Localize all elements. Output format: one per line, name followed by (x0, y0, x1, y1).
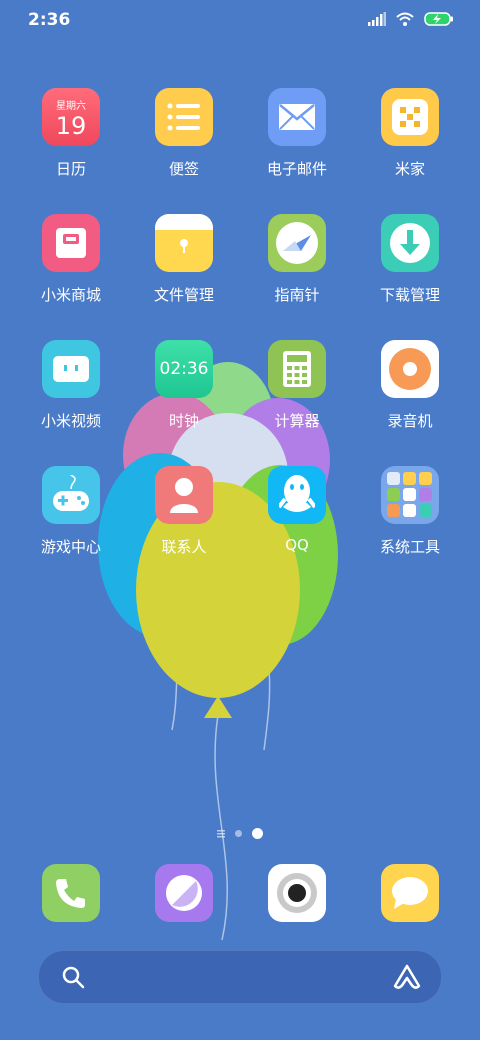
app-label: 时钟 (168, 412, 199, 430)
dock-phone[interactable] (21, 864, 121, 922)
app-label: 日历 (55, 160, 86, 178)
app-label: QQ (285, 536, 309, 554)
camera-icon (268, 864, 326, 922)
app-games[interactable]: 游戏中心 (21, 466, 121, 557)
search-icon (62, 966, 85, 989)
app-files[interactable]: 文件管理 (134, 214, 234, 305)
status-time: 2:36 (28, 10, 71, 30)
app-label: 指南针 (274, 286, 320, 304)
app-video[interactable]: 小米视频 (21, 340, 121, 431)
app-mall[interactable]: 小米商城 (21, 214, 121, 305)
app-recorder[interactable]: 录音机 (360, 340, 460, 431)
app-system-tools-folder[interactable]: 系统工具 (360, 466, 460, 557)
message-bubble-icon (381, 864, 439, 922)
compass-icon (268, 214, 326, 272)
app-label: 计算器 (274, 412, 320, 430)
signal-icon (368, 12, 386, 26)
app-label: 游戏中心 (40, 538, 101, 556)
clock-time: 02:36 (159, 359, 209, 379)
app-label: 电子邮件 (266, 160, 327, 178)
calendar-day: 19 (55, 111, 87, 140)
app-mihome[interactable]: 米家 (360, 88, 460, 179)
dock-browser[interactable] (134, 864, 234, 922)
shopping-bag-icon (42, 214, 100, 272)
app-notes[interactable]: 便签 (134, 88, 234, 179)
app-qq[interactable]: QQ (247, 466, 347, 554)
search-bar[interactable] (38, 950, 442, 1004)
app-label: 米家 (394, 160, 425, 178)
wifi-icon (396, 12, 414, 26)
app-calendar[interactable]: 星期六 19 日历 (21, 88, 121, 179)
battery-charging-icon (424, 12, 453, 26)
contact-icon (155, 466, 213, 524)
app-label: 系统工具 (379, 538, 440, 556)
app-label: 联系人 (161, 538, 207, 556)
app-label: 下载管理 (379, 286, 440, 304)
mihome-icon (381, 88, 439, 146)
phone-icon (42, 864, 100, 922)
record-icon (381, 340, 439, 398)
page-dot-active[interactable] (252, 828, 263, 839)
folder-icon (155, 214, 213, 272)
calendar-weekday: 星期六 (56, 100, 86, 112)
download-icon (381, 214, 439, 272)
browser-icon (155, 864, 213, 922)
app-clock[interactable]: 02:36 时钟 (134, 340, 234, 431)
app-compass[interactable]: 指南针 (247, 214, 347, 305)
menu-lines-icon (217, 829, 225, 837)
calculator-icon (268, 340, 326, 398)
status-bar: 2:36 (0, 0, 480, 40)
app-calculator[interactable]: 计算器 (247, 340, 347, 431)
page-indicator[interactable] (0, 828, 480, 839)
app-label: 小米商城 (40, 286, 101, 304)
app-label: 文件管理 (153, 286, 214, 304)
dock-camera[interactable] (247, 864, 347, 922)
assistant-icon[interactable] (393, 964, 421, 990)
tv-icon (42, 340, 100, 398)
mail-icon (268, 88, 326, 146)
app-downloads[interactable]: 下载管理 (360, 214, 460, 305)
app-email[interactable]: 电子邮件 (247, 88, 347, 179)
gamepad-icon (42, 466, 100, 524)
clock-icon: 02:36 (155, 340, 213, 398)
app-label: 小米视频 (40, 412, 101, 430)
folder-icon (381, 466, 439, 524)
notes-icon (155, 88, 213, 146)
app-label: 录音机 (387, 412, 433, 430)
app-label: 便签 (168, 160, 199, 178)
calendar-icon: 星期六 19 (42, 88, 100, 146)
app-contacts[interactable]: 联系人 (134, 466, 234, 557)
page-dot[interactable] (235, 830, 242, 837)
qq-penguin-icon (268, 466, 326, 524)
dock-messages[interactable] (360, 864, 460, 922)
